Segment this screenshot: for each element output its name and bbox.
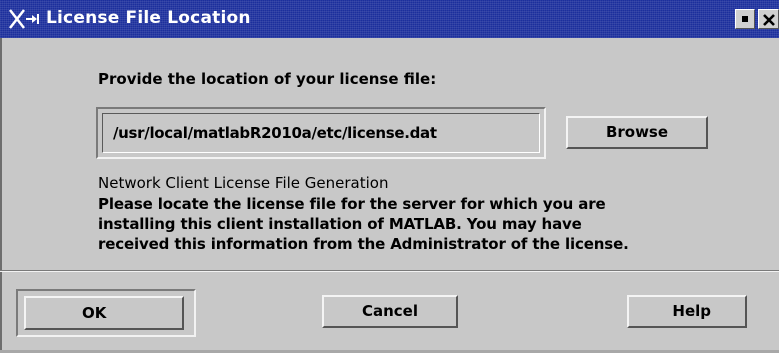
close-icon — [763, 14, 775, 26]
license-file-location-dialog: License File Location Provide the locati… — [0, 0, 779, 353]
minimize-icon — [742, 16, 748, 22]
title-bar[interactable]: License File Location — [0, 0, 779, 38]
license-path-field[interactable]: /usr/local/matlabR2010a/etc/license.dat — [96, 107, 546, 159]
x-window-menu-icon[interactable] — [8, 7, 40, 31]
help-button-label: Help — [672, 302, 711, 320]
close-button[interactable] — [758, 9, 779, 29]
description-line: installing this client installation of M… — [98, 215, 582, 233]
license-path-input[interactable]: /usr/local/matlabR2010a/etc/license.dat — [102, 113, 540, 153]
description-line: Please locate the license file for the s… — [98, 195, 606, 213]
description-text: Please locate the license file for the s… — [98, 194, 629, 254]
help-button[interactable]: Help — [627, 295, 747, 328]
window-border — [0, 38, 2, 353]
ok-button-label: OK — [82, 304, 107, 322]
description-line: received this information from the Admin… — [98, 235, 629, 253]
window-title: License File Location — [46, 8, 251, 28]
browse-button[interactable]: Browse — [566, 116, 708, 149]
footer-separator-highlight — [0, 271, 779, 272]
minimize-button[interactable] — [735, 9, 755, 29]
browse-button-label: Browse — [605, 123, 669, 141]
license-path-value: /usr/local/matlabR2010a/etc/license.dat — [113, 124, 437, 142]
cancel-button[interactable]: Cancel — [322, 295, 458, 328]
ok-button[interactable]: OK — [24, 296, 184, 330]
cancel-button-label: Cancel — [361, 302, 418, 320]
description-title: Network Client License File Generation — [98, 174, 389, 192]
license-location-prompt: Provide the location of your license fil… — [98, 70, 437, 88]
